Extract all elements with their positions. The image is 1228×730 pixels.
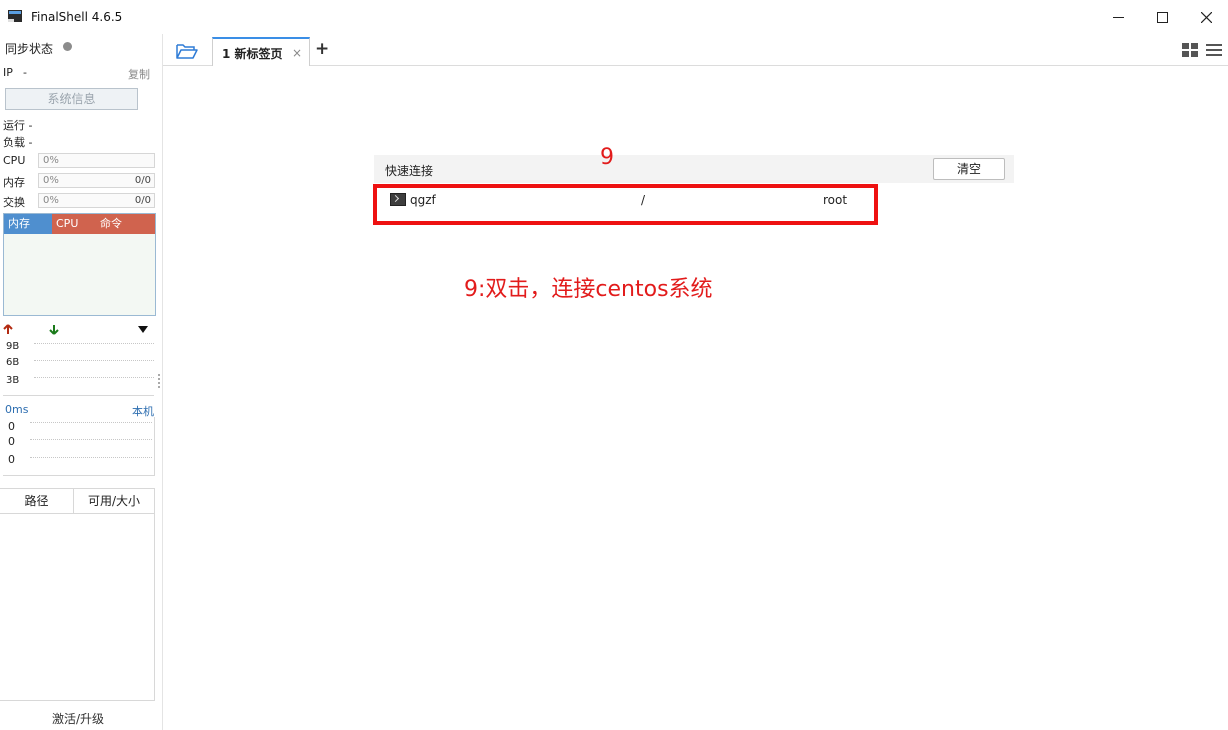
arrow-down-icon [49,325,59,335]
sync-status-indicator [63,42,72,51]
grid-line [30,439,152,440]
triangle-down-icon[interactable] [138,326,148,333]
process-header-command[interactable]: 命令 [96,214,155,234]
disk-header-size[interactable]: 可用/大小 [74,489,154,514]
ip-label: IP [3,66,13,79]
grid-line [34,377,154,378]
grid-line [30,422,152,423]
tab-new-tab[interactable]: 1 新标签页 × [212,37,310,66]
swap-usage-bar: 0% 0/0 [38,193,155,208]
highlight-box [373,184,878,225]
network-scale-high: 9B [6,341,20,352]
sync-status-label: 同步状态 [5,42,54,56]
cpu-label: CPU [3,154,26,167]
disk-header-path[interactable]: 路径 [0,489,74,514]
maximize-icon [1156,11,1168,23]
arrow-up-icon [3,324,13,334]
latency-scale-high: 0 [8,420,15,433]
memory-label: 内存 [3,176,25,189]
minimize-icon [1112,16,1124,18]
network-scale-mid: 6B [6,357,20,368]
ip-value: - [23,66,27,79]
sidebar: 同步状态 IP - 复制 系统信息 运行 - 负载 - CPU 0% 内存 0%… [0,34,163,730]
cpu-percent: 0% [43,155,59,166]
maximize-button[interactable] [1140,0,1184,34]
annotation-instruction: 9:双击，连接centos系统 [464,277,713,302]
activate-upgrade-link[interactable]: 激活/升级 [0,710,156,727]
clear-button[interactable]: 清空 [933,158,1005,180]
copy-ip-link[interactable]: 复制 [128,66,150,82]
memory-detail: 0/0 [134,175,151,186]
grid-line [30,457,152,458]
latency-value: 0ms [5,403,29,416]
annotation-step-number: 9 [600,145,614,170]
folder-open-icon[interactable] [176,43,198,59]
layout-grid-icon[interactable] [1182,43,1198,57]
latency-chart [3,417,155,476]
close-button[interactable] [1184,0,1228,34]
process-header-cpu[interactable]: CPU [52,214,96,234]
system-info-button[interactable]: 系统信息 [5,88,138,110]
load-label: 负载 - [3,136,33,149]
tab-close-icon[interactable]: × [292,46,302,60]
minimize-button[interactable] [1096,0,1140,34]
network-scale-low: 3B [6,375,20,386]
latency-scale-mid: 0 [8,435,15,448]
swap-detail: 0/0 [134,195,151,206]
quick-connect-title: 快速连接 [385,164,434,178]
tab-strip: 1 新标签页 × + [163,34,1228,66]
finalshell-window: FinalShell 4.6.5 同步状态 IP - 复制 系统信息 运行 - … [0,0,1228,730]
memory-usage-bar: 0% 0/0 [38,173,155,188]
finalshell-app-icon [8,10,22,22]
cpu-usage-bar: 0% [38,153,155,168]
uptime-label: 运行 - [3,119,33,132]
latency-scale-low: 0 [8,453,15,466]
swap-label: 交换 [3,196,25,209]
close-icon [1200,11,1212,23]
memory-percent: 0% [43,175,59,186]
divider [3,395,154,396]
process-table[interactable]: 内存 CPU 命令 [3,213,156,316]
quick-connect-header: 快速连接 清空 [374,155,1014,183]
grid-line [34,343,154,344]
disk-table: 路径 可用/大小 [0,488,155,701]
hamburger-menu-icon[interactable] [1206,43,1222,57]
process-header-memory[interactable]: 内存 [4,214,52,234]
swap-percent: 0% [43,195,59,206]
title-bar: FinalShell 4.6.5 [0,0,1228,34]
sidebar-resize-handle[interactable] [158,374,162,388]
tab-label: 1 新标签页 [222,47,283,61]
window-title: FinalShell 4.6.5 [31,10,123,24]
grid-line [34,360,154,361]
add-tab-button[interactable]: + [315,40,329,58]
